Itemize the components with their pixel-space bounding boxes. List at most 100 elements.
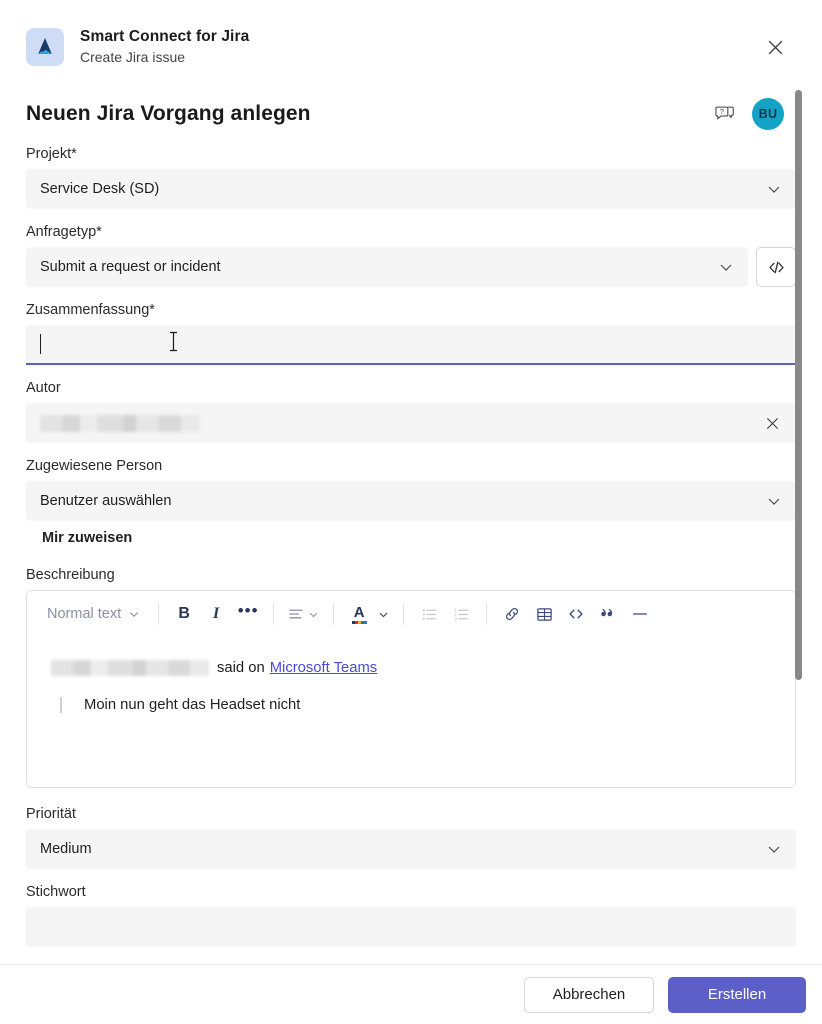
dialog-footer: Abbrechen Erstellen <box>0 964 822 1024</box>
table-icon <box>536 607 552 621</box>
description-label: Beschreibung <box>26 567 115 583</box>
request-type-label: Anfragetyp* <box>26 224 102 240</box>
align-left-icon <box>289 609 303 618</box>
page-title: Neuen Jira Vorgang anlegen <box>26 102 311 125</box>
svg-text:?: ? <box>720 107 724 116</box>
italic-button[interactable]: I <box>201 599 231 629</box>
priority-select[interactable]: Medium <box>26 829 796 869</box>
toolbar-divider <box>403 603 405 625</box>
author-clear-button[interactable] <box>760 411 784 435</box>
project-label: Projekt* <box>26 146 77 162</box>
chevron-down-icon <box>379 612 388 617</box>
assignee-select[interactable]: Benutzer auswählen <box>26 481 796 521</box>
summary-label: Zusammenfassung* <box>26 302 155 318</box>
numbered-list-icon: 1 2 3 <box>454 607 468 622</box>
said-on-text: said on <box>217 660 265 676</box>
quote-button[interactable] <box>593 599 623 629</box>
microsoft-teams-link[interactable]: Microsoft Teams <box>270 657 377 679</box>
horizontal-rule-icon <box>633 613 648 615</box>
jira-app-icon <box>26 28 64 66</box>
author-redacted-name <box>51 660 209 677</box>
text-caret <box>40 334 41 354</box>
assign-to-me-button[interactable]: Mir zuweisen <box>29 524 145 552</box>
code-icon <box>768 261 784 273</box>
assignee-value: Benutzer auswählen <box>40 493 172 509</box>
chevron-down-icon <box>768 498 780 505</box>
ibeam-cursor-icon <box>168 331 179 358</box>
alignment-dropdown[interactable] <box>284 599 323 629</box>
field-project: Projekt* Service Desk (SD) <box>26 146 796 209</box>
bold-button[interactable]: B <box>169 599 199 629</box>
numbered-list-button[interactable]: 1 2 3 <box>446 599 476 629</box>
request-type-row: Submit a request or incident <box>26 247 796 287</box>
summary-input[interactable] <box>26 325 796 365</box>
editor-toolbar: Normal text B I ••• A 1 2 3 <box>27 591 795 637</box>
horizontal-rule-button[interactable] <box>625 599 655 629</box>
field-priority: Priorität Medium <box>26 806 796 869</box>
code-block-button[interactable] <box>561 599 591 629</box>
more-formatting-button[interactable]: ••• <box>233 599 263 629</box>
keyword-input[interactable] <box>26 907 796 947</box>
priority-label: Priorität <box>26 806 76 822</box>
create-button[interactable]: Erstellen <box>668 976 806 1013</box>
close-dialog-button[interactable] <box>758 30 792 64</box>
field-assignee: Zugewiesene Person Benutzer auswählen Mi… <box>26 458 796 552</box>
project-value: Service Desk (SD) <box>40 181 160 197</box>
quote-attribution: said on Microsoft Teams <box>51 657 775 679</box>
field-request-type: Anfragetyp* Submit a request or incident <box>26 224 796 287</box>
description-content[interactable]: said on Microsoft Teams Moin nun geht da… <box>27 637 795 787</box>
svg-text:3: 3 <box>454 616 457 622</box>
author-redacted-value <box>40 414 200 432</box>
quote-icon <box>601 608 613 617</box>
form-scroll-area[interactable]: Neuen Jira Vorgang anlegen ? BU Projekt*… <box>0 86 822 964</box>
link-button[interactable] <box>497 599 527 629</box>
assignee-label: Zugewiesene Person <box>26 458 163 474</box>
request-type-select[interactable]: Submit a request or incident <box>26 247 748 287</box>
toolbar-divider <box>333 603 335 625</box>
toolbar-divider <box>158 603 160 625</box>
chevron-down-icon <box>129 612 139 618</box>
table-button[interactable] <box>529 599 559 629</box>
close-icon <box>768 40 782 54</box>
priority-value: Medium <box>40 841 92 857</box>
text-style-dropdown[interactable]: Normal text <box>43 599 148 629</box>
project-select[interactable]: Service Desk (SD) <box>26 169 796 209</box>
text-style-label: Normal text <box>47 606 122 622</box>
code-icon <box>569 609 583 619</box>
close-icon <box>766 417 778 429</box>
chevron-down-icon <box>768 846 780 853</box>
text-color-dropdown[interactable]: A <box>344 599 374 629</box>
field-description: Beschreibung Normal text B I ••• A 1 2 3… <box>26 567 796 788</box>
app-header: Smart Connect for Jira Create Jira issue <box>0 0 822 86</box>
toolbar-divider <box>273 603 275 625</box>
help-question-bubble-icon[interactable]: ? <box>710 99 740 129</box>
chevron-down-icon <box>768 186 780 193</box>
quoted-message: Moin nun geht das Headset nicht <box>60 697 775 714</box>
app-name: Smart Connect for Jira <box>80 28 250 46</box>
field-summary: Zusammenfassung* <box>26 302 796 365</box>
avatar[interactable]: BU <box>752 98 784 130</box>
text-color-swatch <box>351 620 367 624</box>
cancel-button[interactable]: Abbrechen <box>524 976 654 1013</box>
chevron-down-icon <box>309 612 318 617</box>
author-label: Autor <box>26 380 61 396</box>
description-editor: Normal text B I ••• A 1 2 3 said on Micr… <box>26 590 796 788</box>
keyword-label: Stichwort <box>26 884 86 900</box>
code-view-button[interactable] <box>756 247 796 287</box>
bullet-list-icon <box>422 608 436 620</box>
field-author: Autor <box>26 380 796 443</box>
app-title-group: Smart Connect for Jira Create Jira issue <box>80 27 758 67</box>
link-icon <box>506 608 519 620</box>
toolbar-divider <box>486 603 488 625</box>
bullet-list-button[interactable] <box>414 599 444 629</box>
scrollbar-thumb[interactable] <box>795 90 802 680</box>
field-keyword: Stichwort <box>26 884 796 947</box>
page-title-row: Neuen Jira Vorgang anlegen ? BU <box>26 86 796 146</box>
request-type-value: Submit a request or incident <box>40 259 221 275</box>
jira-create-issue-dialog: Smart Connect for Jira Create Jira issue… <box>0 0 822 1024</box>
app-subtitle: Create Jira issue <box>80 48 186 65</box>
author-input[interactable] <box>26 403 796 443</box>
text-color-letter: A <box>353 603 365 621</box>
scrollbar-track[interactable] <box>795 88 802 958</box>
chevron-down-icon <box>720 264 732 271</box>
